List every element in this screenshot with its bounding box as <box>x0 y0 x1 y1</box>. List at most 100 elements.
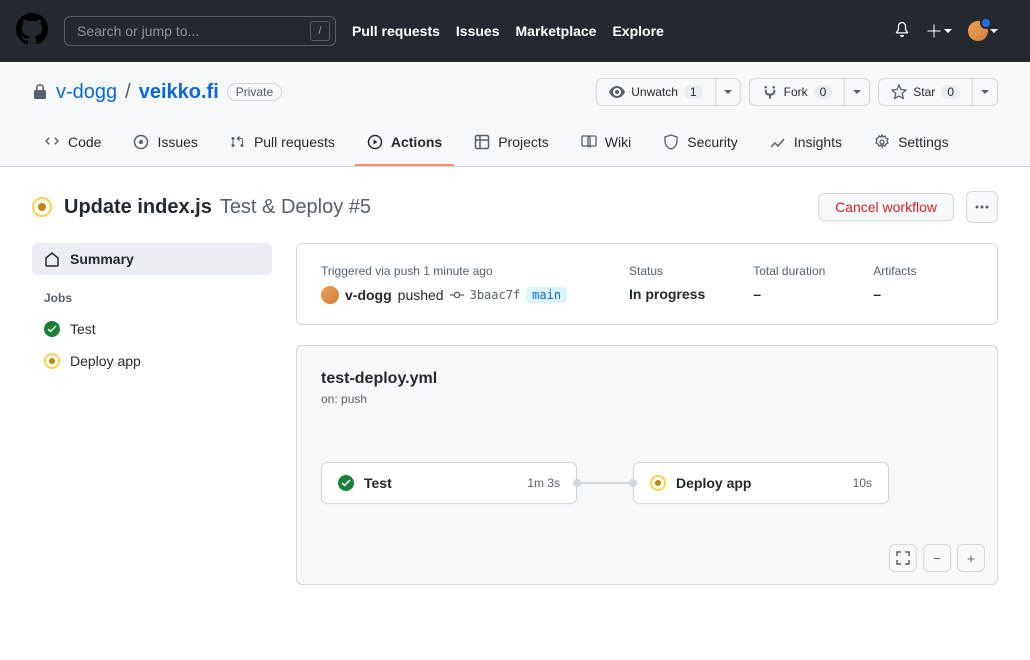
sidebar-job-label: Test <box>70 321 96 337</box>
run-columns: Summary Jobs Test Deploy app Triggered v… <box>32 243 998 585</box>
star-button-group: Star 0 <box>878 78 998 106</box>
workflow-trigger: on: push <box>321 392 973 406</box>
tab-settings[interactable]: Settings <box>862 126 961 166</box>
tab-settings-label: Settings <box>898 134 949 150</box>
home-icon <box>44 251 60 267</box>
github-logo[interactable] <box>16 13 48 50</box>
star-label: Star <box>913 85 935 99</box>
nav-pull-requests[interactable]: Pull requests <box>352 23 440 39</box>
nav-marketplace[interactable]: Marketplace <box>516 23 597 39</box>
fork-button[interactable]: Fork 0 <box>749 78 846 106</box>
sidebar-job-deploy[interactable]: Deploy app <box>32 345 272 377</box>
graph-node-test[interactable]: Test 1m 3s <box>321 462 577 504</box>
run-title: Update index.js Test & Deploy #5 <box>64 196 806 219</box>
repo-sep: / <box>125 81 131 104</box>
progress-icon <box>650 475 666 491</box>
node-title: Test <box>364 475 517 491</box>
star-icon <box>891 84 907 100</box>
fork-label: Fork <box>784 85 808 99</box>
summary-status: Status In progress <box>629 264 705 304</box>
tab-issues-label: Issues <box>157 134 197 150</box>
topbar-right <box>894 21 998 42</box>
tab-code[interactable]: Code <box>32 126 113 166</box>
user-avatar[interactable] <box>968 21 998 41</box>
caret-down-icon <box>853 88 861 96</box>
create-menu[interactable] <box>926 23 952 39</box>
global-nav: Pull requests Issues Marketplace Explore <box>352 23 664 39</box>
tab-pulls[interactable]: Pull requests <box>218 126 347 166</box>
workflow-graph: test-deploy.yml on: push Test 1m 3s Depl… <box>296 345 998 585</box>
actor-avatar[interactable] <box>321 286 339 304</box>
watch-count: 1 <box>684 85 703 99</box>
commit-message: Update index.js <box>64 196 212 219</box>
tab-pulls-label: Pull requests <box>254 134 335 150</box>
tab-projects-label: Projects <box>498 134 549 150</box>
tab-actions[interactable]: Actions <box>355 126 454 166</box>
summary-duration: Total duration – <box>753 264 825 304</box>
tab-actions-label: Actions <box>391 134 442 150</box>
zoom-fit-button[interactable] <box>889 544 917 572</box>
node-title: Deploy app <box>676 475 843 491</box>
caret-down-icon <box>724 88 732 96</box>
tab-wiki[interactable]: Wiki <box>569 126 643 166</box>
star-button[interactable]: Star 0 <box>878 78 973 106</box>
commit-sha[interactable]: 3baac7f <box>470 288 521 302</box>
run-content: Triggered via push 1 minute ago v-dogg p… <box>296 243 998 585</box>
sidebar-summary[interactable]: Summary <box>32 243 272 275</box>
run-menu-button[interactable] <box>966 191 998 223</box>
success-icon <box>338 475 354 491</box>
action-text: pushed <box>398 287 444 303</box>
summary-artifacts: Artifacts – <box>873 264 916 304</box>
fullscreen-icon <box>896 551 910 565</box>
branch-label[interactable]: main <box>526 287 567 303</box>
sidebar-summary-label: Summary <box>70 251 134 267</box>
progress-icon <box>44 353 60 369</box>
fork-icon <box>762 84 778 100</box>
graph-node-deploy[interactable]: Deploy app 10s <box>633 462 889 504</box>
unwatch-button[interactable]: Unwatch 1 <box>596 78 715 106</box>
sidebar-job-test[interactable]: Test <box>32 313 272 345</box>
nav-explore[interactable]: Explore <box>612 23 663 39</box>
repo-visibility-badge: Private <box>227 83 282 101</box>
repo-actions: Unwatch 1 Fork 0 Star 0 <box>596 78 998 106</box>
nav-issues[interactable]: Issues <box>456 23 500 39</box>
graph-nodes: Test 1m 3s Deploy app 10s <box>321 462 973 504</box>
status-value: In progress <box>629 286 705 302</box>
commit-icon <box>450 288 464 302</box>
tab-insights-label: Insights <box>794 134 842 150</box>
workflow-run-name: Test & Deploy #5 <box>220 196 371 219</box>
kebab-icon <box>974 199 990 215</box>
tab-issues[interactable]: Issues <box>121 126 209 166</box>
notifications-icon[interactable] <box>894 21 910 42</box>
global-header: / Pull requests Issues Marketplace Explo… <box>0 0 1030 62</box>
repo-owner-link[interactable]: v-dogg <box>56 81 117 104</box>
success-icon <box>44 321 60 337</box>
watch-dropdown[interactable] <box>716 78 741 106</box>
fork-dropdown[interactable] <box>845 78 870 106</box>
zoom-out-button[interactable]: − <box>923 544 951 572</box>
eye-icon <box>609 84 625 100</box>
main-content: Update index.js Test & Deploy #5 Cancel … <box>0 167 1030 609</box>
tab-insights[interactable]: Insights <box>758 126 854 166</box>
repo-title: v-dogg / veikko.fi Private <box>32 81 282 104</box>
star-count: 0 <box>941 85 960 99</box>
global-search-input[interactable] <box>64 16 336 46</box>
run-header: Update index.js Test & Deploy #5 Cancel … <box>32 191 998 223</box>
tab-security[interactable]: Security <box>651 126 750 166</box>
repo-name-link[interactable]: veikko.fi <box>139 81 219 104</box>
zoom-in-button[interactable]: + <box>957 544 985 572</box>
artifacts-value: – <box>873 286 916 302</box>
workflow-file: test-deploy.yml <box>321 370 973 388</box>
cancel-workflow-button[interactable]: Cancel workflow <box>818 193 954 221</box>
status-label: Status <box>629 264 705 278</box>
node-time: 10s <box>853 476 872 490</box>
tab-projects[interactable]: Projects <box>462 126 561 166</box>
summary-box: Triggered via push 1 minute ago v-dogg p… <box>296 243 998 325</box>
star-dropdown[interactable] <box>973 78 998 106</box>
search-slash-hint: / <box>310 21 330 41</box>
actor-name[interactable]: v-dogg <box>345 287 392 303</box>
run-status-icon <box>32 197 52 217</box>
fork-button-group: Fork 0 <box>749 78 871 106</box>
repo-header: v-dogg / veikko.fi Private Unwatch 1 For… <box>0 62 1030 167</box>
duration-label: Total duration <box>753 264 825 278</box>
